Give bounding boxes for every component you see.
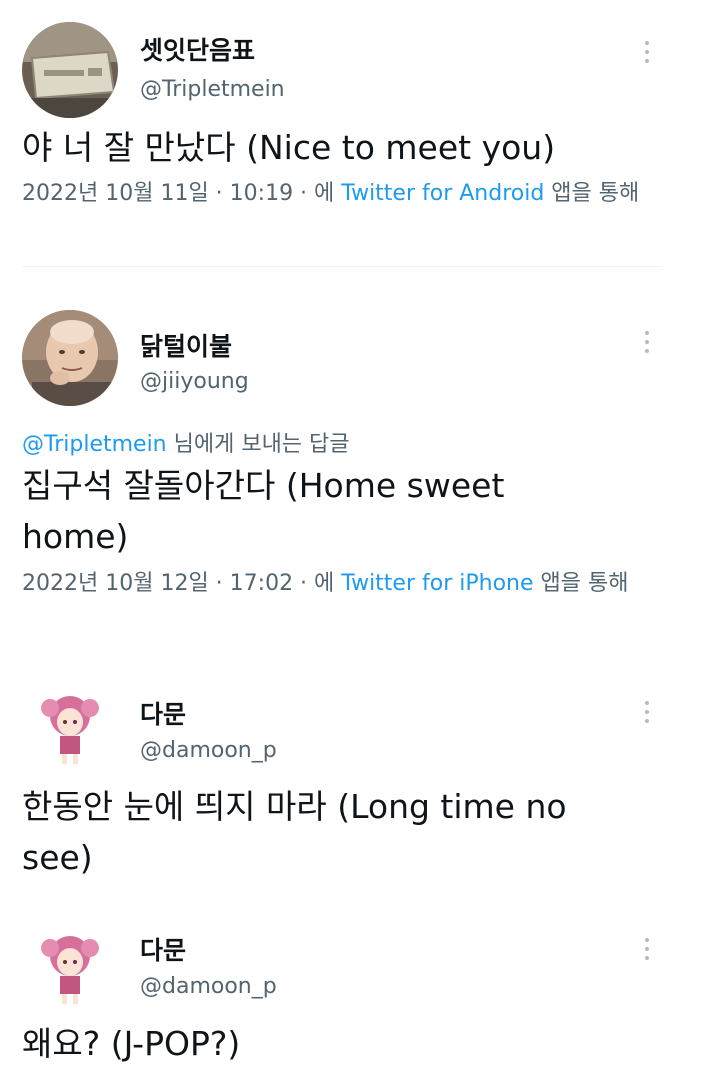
timestamp[interactable]: 2022년 10월 12일 · 17:02 · 에 <box>22 571 341 596</box>
more-options-icon[interactable] <box>640 697 654 727</box>
divider <box>22 266 662 267</box>
anime-girl-avatar[interactable] <box>30 688 110 768</box>
tweet-4[interactable]: 다문 @damoon_p 왜요? (J-POP?) <box>0 900 723 1089</box>
tweet-1[interactable]: 셋잇단음표 @Tripletmein 야 너 잘 만났다 (Nice to me… <box>0 0 723 268</box>
user-handle[interactable]: @Tripletmein <box>140 77 285 102</box>
tweet-2[interactable]: 닭털이불 @jiiyoung @Tripletmein 님에게 보내는 답글 집… <box>0 268 723 648</box>
more-options-icon[interactable] <box>640 37 654 67</box>
source-suffix: 앱을 통해 <box>544 181 640 206</box>
tweet-text: 야 너 잘 만났다 (Nice to meet you) <box>22 128 556 167</box>
user-handle[interactable]: @jiiyoung <box>140 369 249 394</box>
more-options-icon[interactable] <box>640 934 654 964</box>
tweet-text: 왜요? (J-POP?) <box>22 1024 241 1063</box>
source-link[interactable]: Twitter for Android <box>341 181 544 206</box>
bald-man-avatar[interactable] <box>22 310 118 406</box>
display-name[interactable]: 닭털이불 <box>140 327 232 363</box>
tweet-meta: 2022년 10월 11일 · 10:19 · 에 Twitter for An… <box>22 178 652 209</box>
display-name[interactable]: 다문 <box>140 931 186 967</box>
source-link[interactable]: Twitter for iPhone <box>341 571 533 596</box>
reply-context: @Tripletmein 님에게 보내는 답글 <box>22 426 350 458</box>
anime-girl-avatar[interactable] <box>30 928 110 1008</box>
display-name[interactable]: 셋잇단음표 <box>140 31 255 67</box>
reply-suffix: 님에게 보내는 답글 <box>166 432 350 457</box>
user-handle[interactable]: @damoon_p <box>140 738 277 763</box>
tweet-text: 한동안 눈에 띄지 마라 (Long time no see) <box>22 787 567 877</box>
reply-mention-link[interactable]: @Tripletmein <box>22 432 167 457</box>
tweet-feed: 셋잇단음표 @Tripletmein 야 너 잘 만났다 (Nice to me… <box>0 0 723 1089</box>
tweet-text: 집구석 잘돌아간다 (Home sweet home) <box>22 466 505 556</box>
display-name[interactable]: 다문 <box>140 695 186 731</box>
photo-avatar[interactable] <box>22 22 118 118</box>
tweet-meta: 2022년 10월 12일 · 17:02 · 에 Twitter for iP… <box>22 568 652 599</box>
user-handle[interactable]: @damoon_p <box>140 974 277 999</box>
tweet-3[interactable]: 다문 @damoon_p 한동안 눈에 띄지 마라 (Long time no … <box>0 660 723 900</box>
more-options-icon[interactable] <box>640 327 654 357</box>
source-suffix: 앱을 통해 <box>533 571 629 596</box>
timestamp[interactable]: 2022년 10월 11일 · 10:19 · 에 <box>22 181 341 206</box>
